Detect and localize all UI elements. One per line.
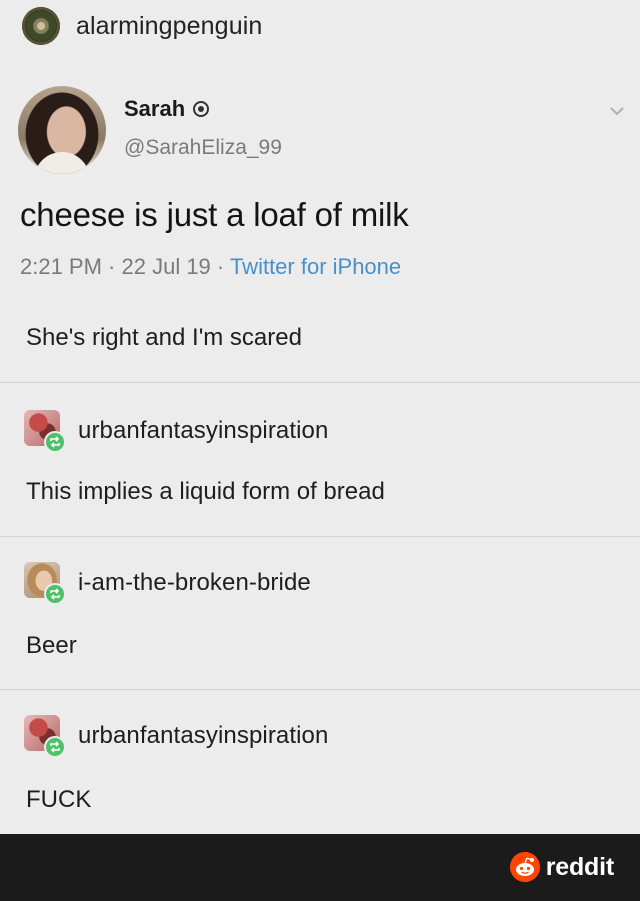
avatar[interactable] — [22, 7, 60, 45]
reblog-header: i-am-the-broken-bride — [24, 560, 311, 606]
reblog-username[interactable]: i-am-the-broken-bride — [78, 569, 311, 597]
meta-separator: · — [210, 254, 230, 279]
verified-icon — [193, 101, 210, 117]
tweet-avatar[interactable] — [18, 86, 106, 174]
avatar-shirt — [34, 152, 90, 174]
reddit-label: reddit — [545, 852, 614, 881]
reblog-comment: FUCK — [26, 786, 92, 813]
divider — [0, 536, 640, 537]
tweet-meta: 2:21 PM · 22 Jul 19 · Twitter for iPhone — [20, 254, 401, 280]
tweet-time: 2:21 PM — [20, 254, 102, 279]
reblog-header: urbanfantasyinspiration — [24, 408, 328, 454]
tweet-date[interactable]: 22 Jul 19 — [122, 254, 211, 279]
post-username[interactable]: alarmingpenguin — [76, 12, 262, 41]
tweet-source-link[interactable]: Twitter for iPhone — [230, 254, 401, 279]
post-caption: She's right and I'm scared — [26, 324, 302, 351]
avatar[interactable] — [24, 562, 66, 605]
post-header: alarmingpenguin — [22, 6, 262, 46]
tweet-author-name[interactable]: Sarah — [124, 96, 185, 122]
tweet-author: Sarah — [124, 96, 210, 122]
chevron-down-icon[interactable] — [606, 100, 628, 122]
reblog-comment: This implies a liquid form of bread — [26, 478, 385, 505]
avatar[interactable] — [24, 715, 66, 758]
tweet-text: cheese is just a loaf of milk — [20, 196, 409, 233]
reblog-username[interactable]: urbanfantasyinspiration — [78, 417, 328, 445]
reddit-logo-icon — [509, 852, 540, 882]
reblog-icon — [44, 736, 66, 758]
reblog-comment: Beer — [26, 632, 77, 659]
reddit-watermark: reddit — [509, 852, 614, 882]
reblog-username[interactable]: urbanfantasyinspiration — [78, 722, 328, 750]
reblog-header: urbanfantasyinspiration — [24, 713, 328, 759]
divider — [0, 382, 640, 383]
tweet-handle[interactable]: @SarahEliza_99 — [124, 136, 282, 160]
reblog-icon — [44, 583, 66, 605]
avatar[interactable] — [24, 410, 66, 453]
divider — [0, 689, 640, 690]
reblog-icon — [44, 431, 66, 453]
meta-separator: · — [101, 254, 122, 279]
